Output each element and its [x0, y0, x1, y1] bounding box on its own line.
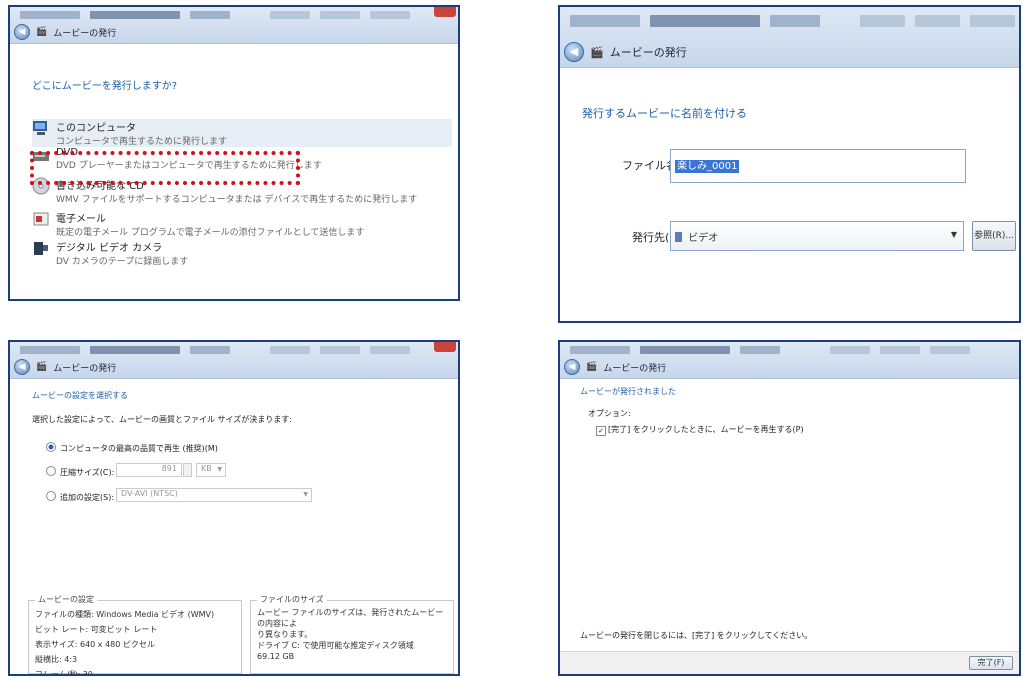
- ribbon-strip: [560, 342, 1019, 358]
- window-title: ムービーの発行: [53, 363, 117, 374]
- ribbon-strip: [10, 342, 458, 358]
- option-title: デジタル ビデオ カメラ: [56, 243, 163, 254]
- radio-compressed-size[interactable]: 圧縮サイズ(C):: [46, 466, 114, 478]
- radio-label: 圧縮サイズ(C):: [60, 468, 115, 477]
- setting-line: 縦横比: 4:3: [35, 655, 78, 664]
- option-title: このコンピュータ: [56, 123, 136, 134]
- destination-dropdown[interactable]: ビデオ ▼: [670, 221, 964, 251]
- movie-published-panel: ◀ 🎬 ムービーの発行 ムービーが発行されました オプション: ✓ [完了] をク…: [558, 340, 1021, 676]
- file-size-group: ファイルのサイズ ムービー ファイルのサイズは、発行されたムービーの内容によ り…: [250, 594, 454, 674]
- title-bar: ◀ 🎬 ムービーの発行: [10, 342, 458, 379]
- destination-value: ビデオ: [688, 233, 719, 244]
- back-arrow-icon[interactable]: ◀: [14, 359, 30, 375]
- title-bar: ◀ 🎬 ムービーの発行: [560, 7, 1019, 68]
- finish-button[interactable]: 完了(F): [969, 656, 1013, 670]
- chevron-down-icon: ▼: [217, 466, 222, 473]
- radio-label: 追加の設定(S):: [60, 493, 115, 502]
- setting-line: 表示サイズ: 640 x 480 ピクセル: [35, 640, 155, 649]
- title-bar: ◀ 🎬 ムービーの発行: [10, 7, 458, 44]
- radio-best-quality[interactable]: コンピュータの最高の品質で再生 (推奨)(M): [46, 442, 218, 454]
- window-title: ムービーの発行: [53, 28, 117, 39]
- size-line: 69.12 GB: [257, 652, 295, 661]
- ribbon-strip: [10, 7, 458, 23]
- close-window-button[interactable]: [434, 342, 456, 352]
- more-settings-value: DV-AVI (NTSC): [121, 489, 178, 498]
- more-settings-dropdown[interactable]: DV-AVI (NTSC) ▼: [116, 488, 312, 502]
- movie-settings-group: ムービーの設定 ファイルの種類: Windows Media ビデオ (WMV)…: [28, 594, 242, 676]
- compress-unit-value: KB: [201, 464, 212, 473]
- settings-intro: 選択した設定によって、ムービーの画質とファイル サイズが決まります:: [32, 415, 292, 424]
- compress-size-input[interactable]: 891: [116, 463, 182, 477]
- folder-icon: [675, 232, 682, 242]
- option-desc: コンピュータで再生するために発行します: [56, 137, 228, 147]
- option-dv-camera[interactable]: デジタル ビデオ カメラ DV カメラのテープに録画します: [32, 239, 188, 267]
- option-title: 電子メール: [56, 214, 106, 225]
- page-heading: ムービーが発行されました: [580, 387, 676, 396]
- compress-size-value: 891: [161, 464, 177, 473]
- filename-value: 楽しみ_0001: [675, 160, 740, 173]
- chevron-down-icon: ▼: [303, 491, 308, 498]
- movie-settings-panel: ◀ 🎬 ムービーの発行 ムービーの設定を選択する 選択した設定によって、ムービー…: [8, 340, 460, 676]
- back-arrow-icon[interactable]: ◀: [564, 359, 580, 375]
- checkbox-label: [完了] をクリックしたときに、ムービーを再生する(P): [608, 425, 804, 434]
- ribbon-strip: [560, 7, 1019, 35]
- video-camera-icon: [34, 242, 48, 255]
- options-label: オプション:: [588, 409, 631, 418]
- radio-selected-icon: [46, 442, 56, 452]
- option-desc: WMV ファイルをサポートするコンピュータまたは デバイスで再生するために発行し…: [56, 195, 418, 205]
- chevron-down-icon: ▼: [950, 230, 957, 239]
- publish-wizard-icon: 🎬: [590, 45, 604, 59]
- setting-line: ファイルの種類: Windows Media ビデオ (WMV): [35, 610, 215, 619]
- filename-input[interactable]: 楽しみ_0001: [670, 149, 966, 183]
- publish-wizard-icon: 🎬: [36, 27, 48, 37]
- radio-unselected-icon: [46, 466, 56, 476]
- compress-spinner[interactable]: [183, 463, 192, 477]
- option-desc: 既定の電子メール プログラムで電子メールの添付ファイルとして送信します: [56, 228, 365, 238]
- back-arrow-icon[interactable]: ◀: [564, 42, 584, 62]
- window-title: ムービーの発行: [603, 363, 667, 374]
- group-title: ファイルのサイズ: [257, 594, 327, 605]
- publish-destination-panel: ◀ 🎬 ムービーの発行 どこにムービーを発行しますか? このコンピュータコンピュ…: [8, 5, 460, 301]
- size-line: り異なります。: [257, 630, 313, 639]
- page-heading: どこにムービーを発行しますか?: [32, 81, 178, 92]
- option-this-computer[interactable]: このコンピュータコンピュータで再生するために発行します: [32, 119, 452, 147]
- setting-line: ビット レート: 可変ビット レート: [35, 625, 158, 634]
- size-line: ドライブ C: で使用可能な推定ディスク領域: [257, 641, 414, 650]
- radio-label: コンピュータの最高の品質で再生 (推奨)(M): [60, 444, 218, 453]
- close-hint: ムービーの発行を閉じるには、[完了] をクリックしてください。: [580, 631, 813, 640]
- compress-unit-dropdown[interactable]: KB ▼: [196, 463, 226, 477]
- dvd-highlight-box: [30, 151, 300, 185]
- page-heading: 発行するムービーに名前を付ける: [582, 107, 747, 120]
- publish-wizard-icon: 🎬: [36, 362, 48, 372]
- close-window-button[interactable]: [434, 7, 456, 17]
- computer-icon: [33, 121, 47, 135]
- movie-name-panel: ◀ 🎬 ムービーの発行 発行するムービーに名前を付ける ファイル名(F): 楽し…: [558, 5, 1021, 323]
- setting-line: フレーム/秒: 30: [35, 670, 93, 676]
- option-email[interactable]: 電子メール既定の電子メール プログラムで電子メールの添付ファイルとして送信します: [32, 210, 364, 238]
- wizard-footer: 完了(F): [560, 651, 1019, 674]
- group-title: ムービーの設定: [35, 594, 97, 605]
- size-line: ムービー ファイルのサイズは、発行されたムービーの内容によ: [257, 608, 444, 628]
- checkbox-checked-icon: ✓: [596, 426, 606, 436]
- radio-more-settings[interactable]: 追加の設定(S):: [46, 491, 114, 503]
- publish-wizard-icon: 🎬: [586, 362, 598, 372]
- browse-button[interactable]: 参照(R)...: [972, 221, 1016, 251]
- radio-unselected-icon: [46, 491, 56, 501]
- back-arrow-icon[interactable]: ◀: [14, 24, 30, 40]
- title-bar: ◀ 🎬 ムービーの発行: [560, 342, 1019, 379]
- play-after-finish-checkbox[interactable]: ✓ [完了] をクリックしたときに、ムービーを再生する(P): [596, 424, 804, 436]
- option-desc: DV カメラのテープに録画します: [56, 257, 189, 267]
- page-heading: ムービーの設定を選択する: [32, 391, 128, 400]
- email-icon: [33, 212, 49, 226]
- window-title: ムービーの発行: [609, 46, 687, 59]
